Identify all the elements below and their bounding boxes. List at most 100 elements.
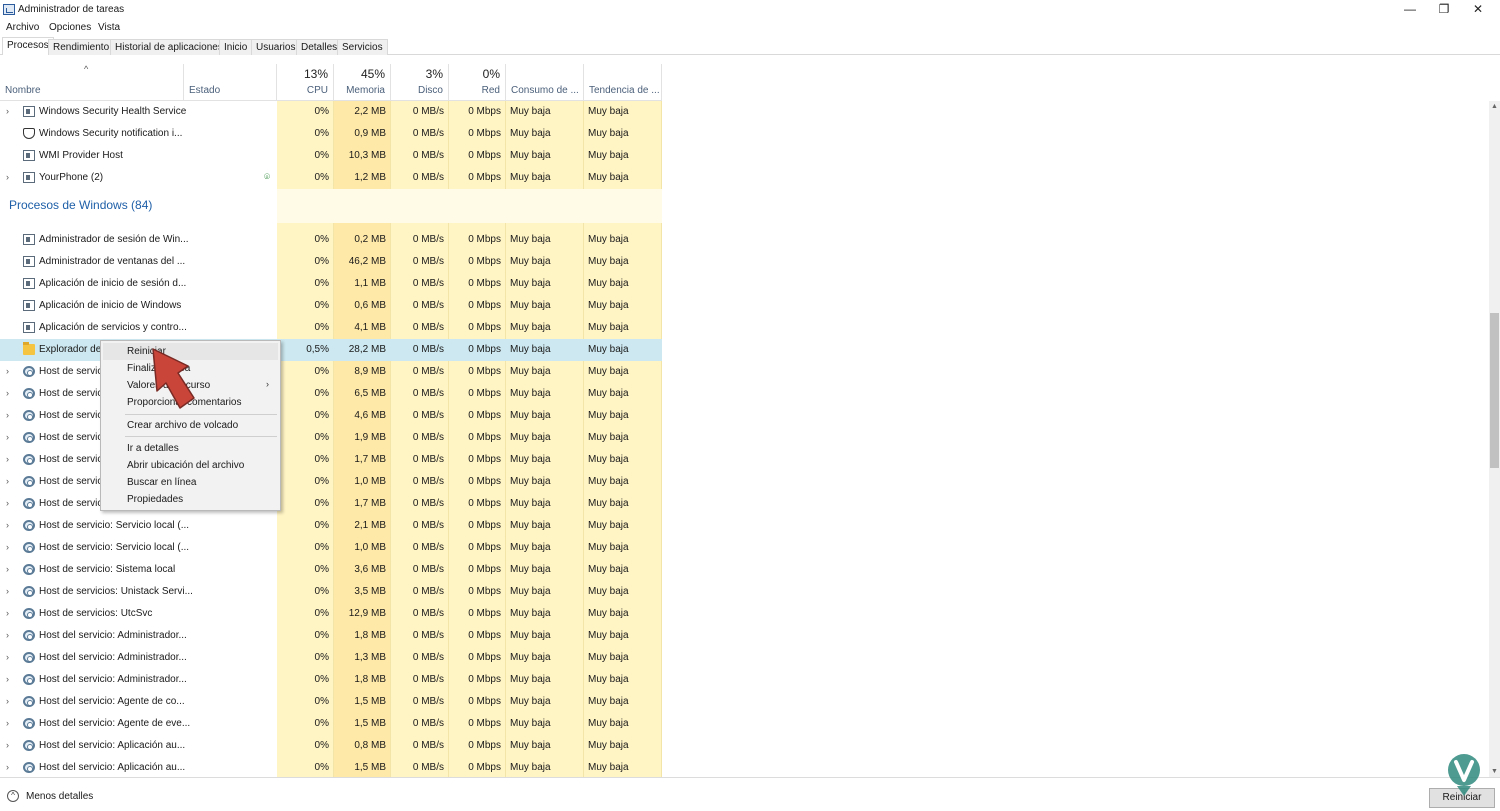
close-button[interactable]: ✕ (1456, 0, 1500, 20)
expand-chevron-icon[interactable]: › (6, 674, 9, 684)
menu-opciones[interactable]: Opciones (49, 22, 91, 33)
scroll-up-icon[interactable]: ▲ (1489, 101, 1500, 112)
disk-value: 0 MB/s (412, 366, 444, 377)
network-value: 0 Mbps (468, 718, 501, 729)
expand-chevron-icon[interactable]: › (6, 542, 9, 552)
process-row[interactable]: › YourPhone (2) ⌾ 0% 1,2 MB 0 MB/s 0 Mbps Muy b… (0, 167, 662, 189)
network-value: 0 Mbps (468, 106, 501, 117)
process-row[interactable]: Aplicación de inicio de sesión d... 0% 1,1… (0, 273, 662, 295)
expand-chevron-icon[interactable]: › (6, 106, 9, 116)
expand-chevron-icon[interactable]: › (6, 608, 9, 618)
header-name[interactable]: ^ Nombre (0, 64, 184, 100)
process-row[interactable]: › Host del servicio: Administrador... 0% 1,… (0, 647, 662, 669)
process-row[interactable]: › Host de servicios: Unistack Servi... 0% 3… (0, 581, 662, 603)
disk-value: 0 MB/s (412, 234, 444, 245)
header-disk[interactable]: 3% Disco (391, 64, 449, 100)
menu-item-abrir-ubicacion[interactable]: Abrir ubicación del archivo (127, 460, 244, 471)
network-value: 0 Mbps (468, 256, 501, 267)
expand-chevron-icon[interactable]: › (6, 652, 9, 662)
process-row[interactable]: › Host del servicio: Aplicación au... 0% 0,… (0, 735, 662, 757)
process-row[interactable]: Windows Security notification i... 0% 0,9 … (0, 123, 662, 145)
header-memory[interactable]: 45% Memoria (334, 64, 391, 100)
tab-servicios[interactable]: Servicios (337, 39, 388, 55)
network-value: 0 Mbps (468, 586, 501, 597)
process-name: Administrador de sesión de Win... (39, 234, 189, 245)
expand-chevron-icon[interactable]: › (6, 696, 9, 706)
process-row[interactable]: › Host del servicio: Agente de eve... 0% 1,… (0, 713, 662, 735)
expand-chevron-icon[interactable]: › (6, 432, 9, 442)
expand-chevron-icon[interactable]: › (6, 762, 9, 772)
process-row[interactable]: › Host de servicio: Servicio local (... 0%… (0, 515, 662, 537)
process-row[interactable]: Aplicación de inicio de Windows 0% 0,6 MB 0… (0, 295, 662, 317)
process-row[interactable]: Administrador de ventanas del ... 0% 46,2 … (0, 251, 662, 273)
less-details-link[interactable]: Menos detalles (26, 791, 93, 802)
expand-chevron-icon[interactable]: › (6, 630, 9, 640)
header-status[interactable]: Estado (184, 64, 277, 100)
tab-procesos[interactable]: Procesos (2, 37, 54, 55)
vertical-scrollbar[interactable]: ▲ ▼ (1489, 101, 1500, 777)
process-row[interactable]: › Host de servicios: UtcSvc 0% 12,9 MB 0 MB/… (0, 603, 662, 625)
process-row[interactable]: › Host de servicio: Servicio local (... 0%… (0, 537, 662, 559)
cpu-value: 0% (314, 432, 329, 443)
process-row[interactable]: › Windows Security Health Service 0% 2,2 MB… (0, 101, 662, 123)
scroll-down-icon[interactable]: ▼ (1489, 766, 1500, 777)
process-row[interactable]: › Host de servicio: Sistema local 0% 3,6 MB… (0, 559, 662, 581)
expand-chevron-icon[interactable]: › (6, 172, 9, 182)
header-cpu[interactable]: 13% CPU (277, 64, 334, 100)
expand-chevron-icon[interactable]: › (6, 740, 9, 750)
expand-chevron-icon[interactable]: › (6, 586, 9, 596)
tab-detalles[interactable]: Detalles (296, 39, 343, 55)
group-header-windows-processes: Procesos de Windows (84) (9, 198, 153, 212)
pointer-arrow-icon (152, 348, 195, 409)
process-row[interactable]: Administrador de sesión de Win... 0% 0,2 M… (0, 229, 662, 251)
expand-chevron-icon[interactable]: › (6, 520, 9, 530)
tab-historial[interactable]: Historial de aplicaciones (110, 39, 228, 55)
memory-value: 1,0 MB (354, 476, 386, 487)
disk-value: 0 MB/s (412, 278, 444, 289)
tab-inicio[interactable]: Inicio (219, 39, 253, 55)
expand-chevron-icon[interactable]: › (6, 498, 9, 508)
power-trend-value: Muy baja (588, 172, 629, 183)
scroll-thumb[interactable] (1490, 313, 1499, 468)
menu-archivo[interactable]: Archivo (6, 22, 39, 33)
expand-chevron-icon[interactable]: › (6, 718, 9, 728)
chevron-up-icon[interactable]: ^ (7, 790, 19, 802)
tab-rendimiento[interactable]: Rendimiento (48, 39, 115, 55)
power-value: Muy baja (510, 366, 551, 377)
cpu-value: 0% (314, 234, 329, 245)
header-network[interactable]: 0% Red (449, 64, 506, 100)
process-row[interactable]: › Host del servicio: Administrador... 0% 1,… (0, 625, 662, 647)
menu-item-propiedades[interactable]: Propiedades (127, 494, 183, 505)
process-row[interactable]: WMI Provider Host 0% 10,3 MB 0 MB/s 0 Mbps Mu… (0, 145, 662, 167)
menu-vista[interactable]: Vista (98, 22, 120, 33)
process-row[interactable]: Aplicación de servicios y contro... 0% 4,1… (0, 317, 662, 339)
header-power[interactable]: Consumo de ... (506, 64, 584, 100)
menu-item-buscar-en-linea[interactable]: Buscar en línea (127, 477, 197, 488)
network-value: 0 Mbps (468, 150, 501, 161)
disk-value: 0 MB/s (412, 476, 444, 487)
expand-chevron-icon[interactable]: › (6, 564, 9, 574)
menu-item-crear-volcado[interactable]: Crear archivo de volcado (127, 420, 238, 431)
expand-chevron-icon[interactable]: › (6, 410, 9, 420)
power-trend-value: Muy baja (588, 278, 629, 289)
expand-chevron-icon[interactable]: › (6, 454, 9, 464)
expand-chevron-icon[interactable]: › (6, 476, 9, 486)
process-name: WMI Provider Host (39, 150, 123, 161)
process-row[interactable]: › Host del servicio: Agente de co... 0% 1,5… (0, 691, 662, 713)
process-row[interactable]: › Host del servicio: Administrador... 0% 1,… (0, 669, 662, 691)
menu-bar: Archivo Opciones Vista (0, 20, 1500, 36)
power-value: Muy baja (510, 128, 551, 139)
expand-chevron-icon[interactable]: › (6, 388, 9, 398)
shield-icon (23, 128, 35, 139)
header-power-trend[interactable]: Tendencia de ... (584, 64, 662, 100)
gear-icon (23, 476, 35, 487)
window-title: Administrador de tareas (18, 4, 125, 15)
process-row[interactable]: › Host del servicio: Aplicación au... 0% 1,… (0, 757, 662, 777)
memory-value: 0,9 MB (354, 128, 386, 139)
cpu-value: 0% (314, 366, 329, 377)
tab-usuarios[interactable]: Usuarios (251, 39, 301, 55)
group-header-band (277, 189, 662, 223)
expand-chevron-icon[interactable]: › (6, 366, 9, 376)
disk-value: 0 MB/s (412, 150, 444, 161)
menu-item-ir-detalles[interactable]: Ir a detalles (127, 443, 179, 454)
